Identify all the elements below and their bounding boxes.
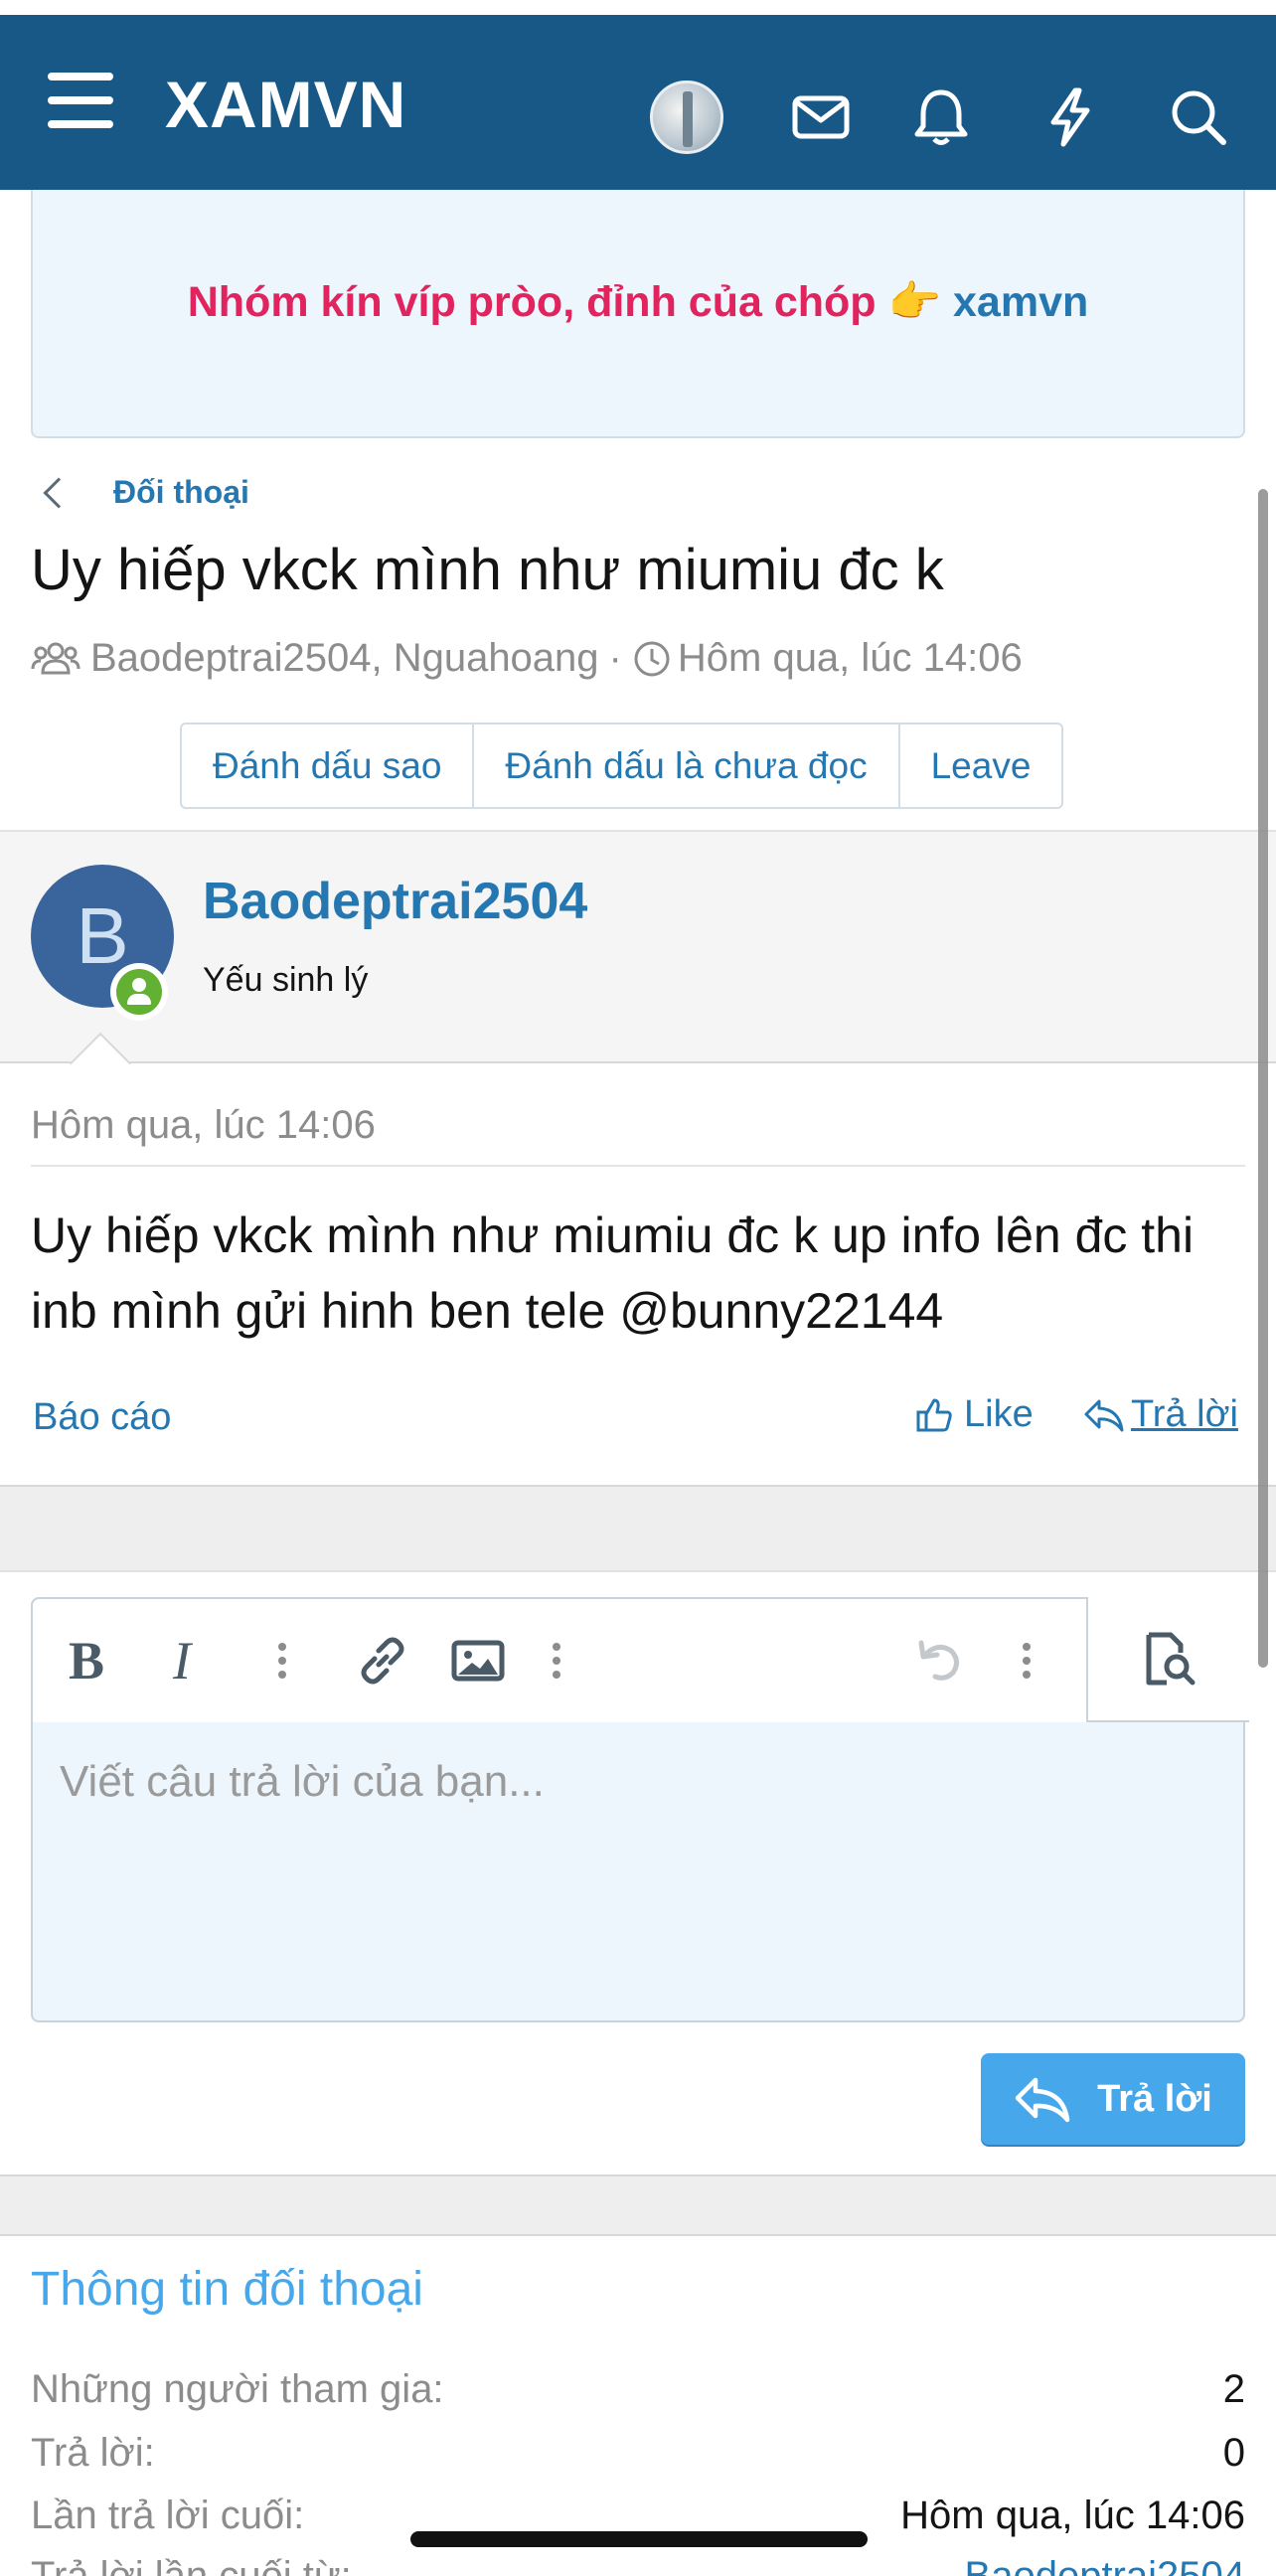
more-insert-options-icon[interactable]: [542, 1629, 571, 1692]
reply-icon: [1015, 2077, 1070, 2123]
submit-reply-button[interactable]: Trả lời: [981, 2053, 1245, 2145]
pointing-emoji: 👉: [887, 278, 942, 326]
link-icon[interactable]: [351, 1629, 414, 1692]
divider: [31, 1165, 1245, 1167]
online-status-icon: [110, 963, 168, 1021]
reply-editor[interactable]: B I: [31, 1597, 1249, 2022]
more-text-options-icon[interactable]: [267, 1629, 297, 1692]
thread-actions: Đánh dấu sao Đánh dấu là chưa đọc Leave: [180, 723, 1064, 809]
bell-icon[interactable]: [908, 84, 974, 150]
user-title: Yếu sinh lý: [203, 961, 369, 999]
like-button[interactable]: Like: [914, 1393, 1034, 1436]
thread-meta: Baodeptrai2504, Nguahoang · Hôm qua, lúc…: [31, 636, 1023, 681]
section-divider: [0, 1485, 1276, 1570]
chevron-left-icon: [43, 476, 75, 509]
info-value: 2: [1222, 2367, 1245, 2411]
promo-text-red: Nhóm kín víp pròo, đỉnh của chóp: [187, 278, 877, 326]
like-label: Like: [964, 1393, 1034, 1435]
info-value: 0: [1222, 2431, 1245, 2475]
promo-banner: Nhóm kín víp pròo, đỉnh của chóp 👉 xamvn: [31, 190, 1245, 438]
info-key: Trả lời:: [31, 2431, 155, 2475]
message-username[interactable]: Baodeptrai2504: [203, 872, 587, 931]
info-value: Hôm qua, lúc 14:06: [900, 2494, 1245, 2537]
info-key: Trả lời lần cuối từ:: [31, 2554, 352, 2576]
info-key: Lần trả lời cuối:: [31, 2494, 305, 2537]
message-user-block: B Baodeptrai2504 Yếu sinh lý: [0, 830, 1276, 1063]
undo-icon[interactable]: [907, 1629, 971, 1692]
participants-text[interactable]: Baodeptrai2504, Nguahoang: [90, 636, 599, 681]
promo-link[interactable]: xamvn: [953, 278, 1088, 326]
info-key: Những người tham gia:: [31, 2367, 444, 2411]
thumbs-up-icon: [916, 1398, 952, 1431]
meta-separator: ·: [608, 636, 622, 680]
info-row-participants: Những người tham gia: 2: [31, 2367, 1245, 2412]
reply-link[interactable]: Trả lời: [1083, 1393, 1238, 1436]
home-indicator[interactable]: [410, 2531, 868, 2547]
conversation-info-title: Thông tin đối thoại: [31, 2263, 423, 2316]
page-title: Uy hiếp vkck mình như miumiu đc k: [31, 538, 944, 602]
report-link[interactable]: Báo cáo: [33, 1396, 171, 1439]
clock-icon: [634, 641, 670, 676]
section-divider: [0, 2174, 1276, 2236]
preview-icon: [1146, 1632, 1196, 1686]
mail-icon[interactable]: [788, 84, 854, 150]
top-nav-bar: XAMVN: [0, 15, 1276, 190]
info-row-replies: Trả lời: 0: [31, 2431, 1245, 2476]
account-avatar[interactable]: [650, 80, 723, 154]
info-value-user-link[interactable]: Baodeptrai2504: [965, 2554, 1245, 2576]
thread-time: Hôm qua, lúc 14:06: [677, 636, 1023, 680]
submit-reply-label: Trả lời: [1097, 2077, 1212, 2120]
site-logo[interactable]: XAMVN: [165, 67, 406, 142]
editor-toolbar: B I: [33, 1597, 1249, 1722]
search-icon[interactable]: [1166, 84, 1231, 150]
message-body: Uy hiếp vkck mình như miumiu đc k up inf…: [31, 1208, 1195, 1339]
image-icon[interactable]: [446, 1629, 510, 1692]
bolt-icon[interactable]: [1037, 84, 1103, 150]
breadcrumb[interactable]: Đối thoại: [40, 474, 249, 511]
users-icon: [31, 642, 80, 674]
preview-toggle[interactable]: [1086, 1597, 1249, 1722]
message-time[interactable]: Hôm qua, lúc 14:06: [31, 1103, 376, 1148]
more-options-icon[interactable]: [1012, 1629, 1041, 1692]
breadcrumb-label[interactable]: Đối thoại: [113, 474, 249, 511]
scrollbar[interactable]: [1258, 489, 1268, 1668]
leave-button[interactable]: Leave: [900, 724, 1062, 807]
reply-icon: [1084, 1399, 1124, 1431]
mark-unread-button[interactable]: Đánh dấu là chưa đọc: [474, 724, 900, 807]
reply-input[interactable]: Viết câu trả lời của bạn...: [60, 1757, 545, 1807]
reply-label: Trả lời: [1131, 1393, 1238, 1435]
star-button[interactable]: Đánh dấu sao: [182, 724, 475, 807]
menu-icon[interactable]: [48, 73, 113, 128]
italic-icon[interactable]: I: [152, 1629, 212, 1692]
info-row-last-reply-from: Trả lời lần cuối từ: Baodeptrai2504: [31, 2554, 1245, 2576]
bold-icon[interactable]: B: [57, 1629, 116, 1692]
promo-text[interactable]: Nhóm kín víp pròo, đỉnh của chóp 👉 xamvn: [33, 277, 1243, 327]
